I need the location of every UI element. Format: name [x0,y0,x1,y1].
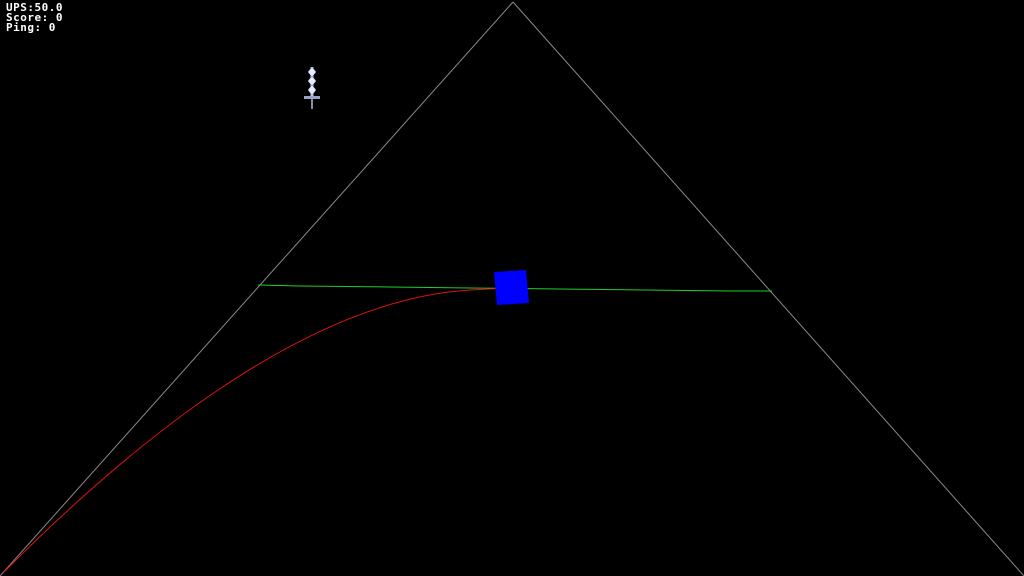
ping-counter: Ping: 0 [6,21,56,34]
game-viewport[interactable]: UPS:50.0 Score: 0 Ping: 0 [0,0,1024,576]
trajectory-curve [3,287,511,573]
pyramid-left-edge [0,1,514,576]
game-scene [0,1,1024,576]
player-cube [494,270,529,305]
hud-stats: UPS:50.0 Score: 0 Ping: 0 [6,2,63,34]
sword-icon[interactable] [304,66,320,109]
